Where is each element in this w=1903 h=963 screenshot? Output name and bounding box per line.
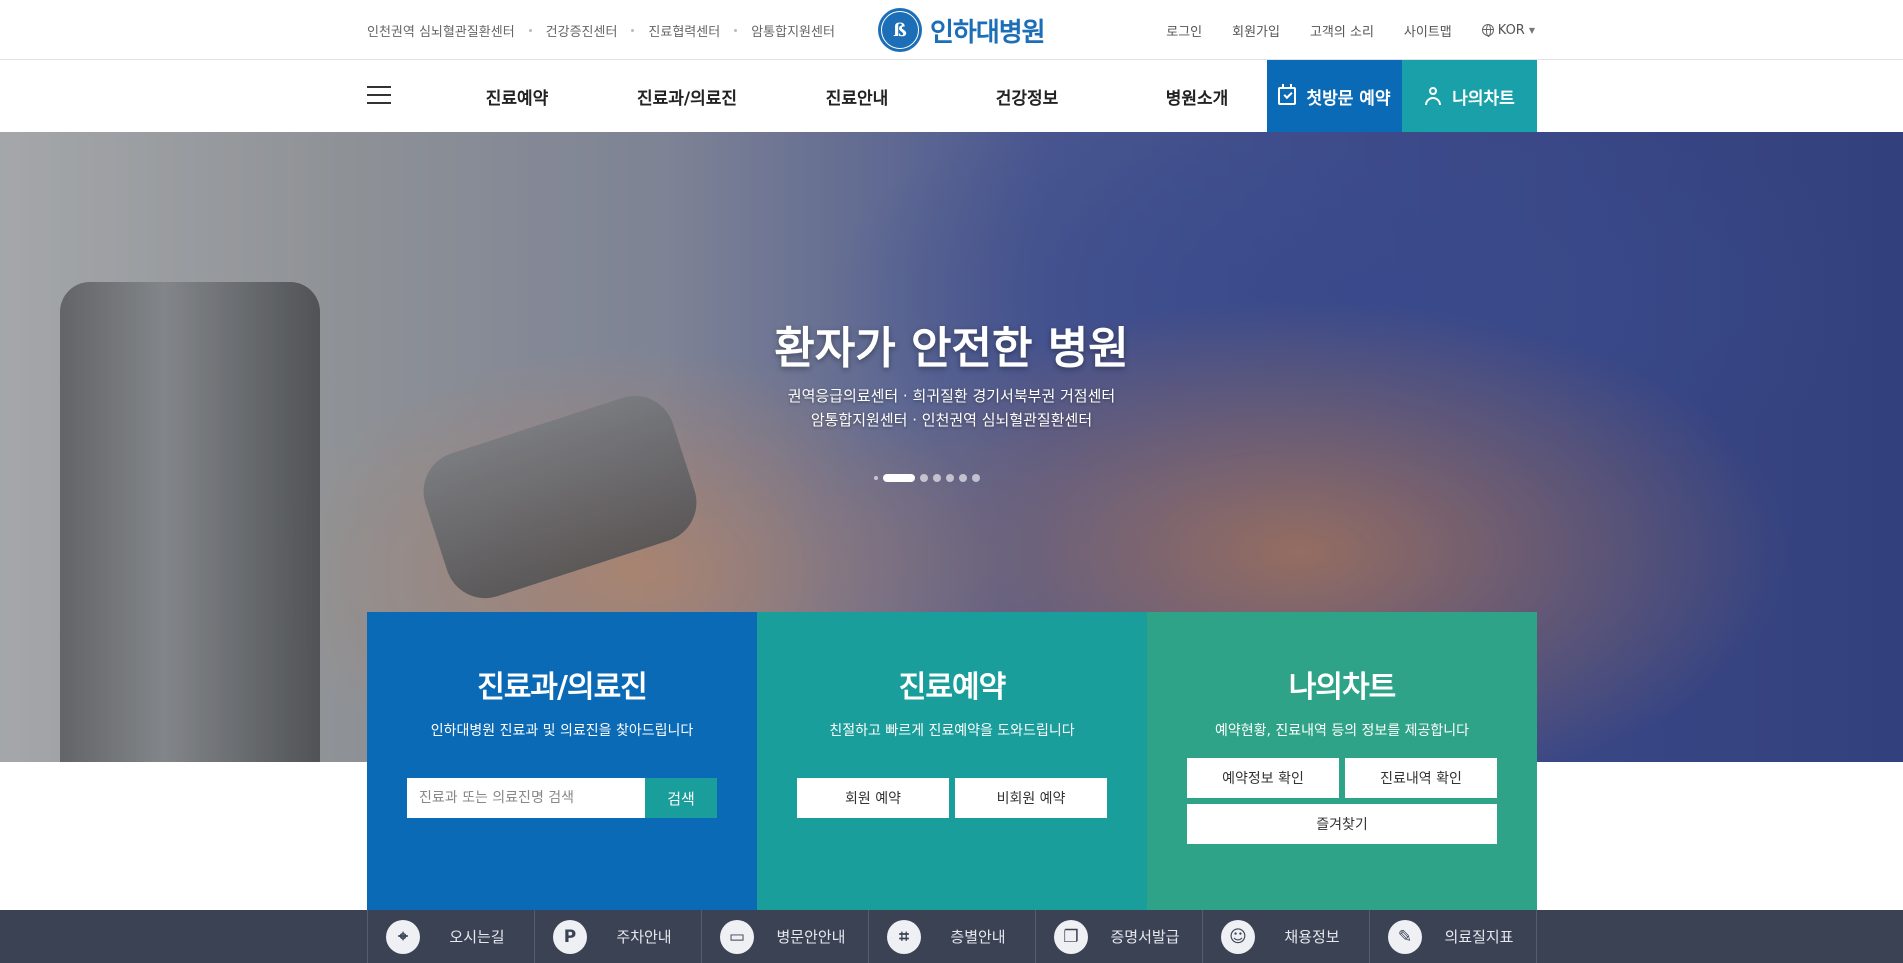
- first-visit-button[interactable]: 첫방문 예약: [1267, 60, 1402, 132]
- link-cardio-center[interactable]: 인천권역 심뇌혈관질환센터: [367, 21, 515, 40]
- first-visit-label: 첫방문 예약: [1306, 88, 1391, 109]
- my-chart-button[interactable]: 나의차트: [1402, 60, 1537, 132]
- mychart-panel: 나의차트 예약현황, 진료내역 등의 정보를 제공합니다 예약정보 확인 진료내…: [1147, 612, 1537, 912]
- quick-link-label: 주차안내: [616, 928, 672, 946]
- treatment-history-button[interactable]: 진료내역 확인: [1345, 758, 1497, 798]
- utility-bar: 인천권역 심뇌혈관질환센터 건강증진센터 진료협력센터 암통합지원센터 ß 인하…: [0, 0, 1903, 60]
- account-links: 로그인 회원가입 고객의 소리 사이트맵 KOR ▼: [1166, 0, 1535, 60]
- quick-link-label: 병문안안내: [776, 928, 846, 946]
- favorites-button[interactable]: 즐겨찾기: [1187, 804, 1497, 844]
- parking-icon: P: [553, 919, 587, 954]
- quick-link-label: 채용정보: [1284, 928, 1340, 946]
- menu-icon[interactable]: [367, 86, 391, 106]
- department-search: 검색: [407, 778, 717, 818]
- departments-panel: 진료과/의료진 인하대병원 진료과 및 의료진을 찾아드립니다 검색: [367, 612, 757, 912]
- logo-text: 인하대병원: [930, 17, 1046, 48]
- mychart-desc: 예약현황, 진료내역 등의 정보를 제공합니다: [1214, 723, 1470, 739]
- stairs-icon: ⌗: [887, 919, 921, 954]
- guest-reservation-button[interactable]: 비회원 예약: [955, 778, 1107, 818]
- link-health-center[interactable]: 건강증진센터: [546, 21, 618, 40]
- hospital-logo[interactable]: ß 인하대병원: [878, 8, 1046, 52]
- gnb-menu: 진료예약 진료과/의료진 진료안내 건강정보 병원소개: [432, 60, 1282, 132]
- slide-dot[interactable]: [920, 474, 928, 482]
- department-search-button[interactable]: 검색: [645, 778, 717, 818]
- separator-dot: [631, 28, 635, 32]
- quick-link-directions[interactable]: ⌖ 오시는길: [368, 910, 535, 963]
- slide-pagination: [874, 474, 980, 482]
- quick-link-careers[interactable]: ☺ 채용정보: [1203, 910, 1370, 963]
- slide-dot[interactable]: [874, 476, 878, 480]
- nav-departments[interactable]: 진료과/의료진: [602, 60, 772, 132]
- reservation-buttons: 회원 예약 비회원 예약: [757, 778, 1147, 818]
- hero-subtitle-line2: 암통합지원센터 · 인천권역 심뇌혈관질환센터: [810, 411, 1093, 429]
- quick-link-certificates[interactable]: ❐ 증명서발급: [1036, 910, 1203, 963]
- page: 인천권역 심뇌혈관질환센터 건강증진센터 진료협력센터 암통합지원센터 ß 인하…: [0, 0, 1903, 963]
- reservation-panel: 진료예약 친절하고 빠르게 진료예약을 도와드립니다 회원 예약 비회원 예약: [757, 612, 1147, 912]
- user-icon: [1424, 87, 1442, 105]
- slide-dot[interactable]: [946, 474, 954, 482]
- people-icon: ☺: [1221, 919, 1255, 954]
- department-search-input[interactable]: [407, 778, 645, 818]
- nav-reservation[interactable]: 진료예약: [432, 60, 602, 132]
- quick-link-list: ⌖ 오시는길 P 주차안내 ▭ 병문안안내 ⌗ 층별안내 ❐ 증명서발급 ☺ 채…: [367, 910, 1537, 963]
- member-reservation-button[interactable]: 회원 예약: [797, 778, 949, 818]
- clipboard-icon: ✎: [1388, 919, 1422, 954]
- hero-title: 환자가 안전한 병원: [774, 323, 1129, 374]
- globe-icon: [1481, 24, 1494, 37]
- sitemap-link[interactable]: 사이트맵: [1404, 21, 1452, 40]
- logo-emblem-icon: ß: [878, 8, 922, 52]
- mychart-buttons: 예약정보 확인 진료내역 확인: [1147, 758, 1537, 798]
- separator-dot: [734, 28, 738, 32]
- quick-link-bar: ⌖ 오시는길 P 주차안내 ▭ 병문안안내 ⌗ 층별안내 ❐ 증명서발급 ☺ 채…: [0, 910, 1903, 963]
- hero-subtitle-line1: 권역응급의료센터 · 희귀질환 경기서북부권 거점센터: [787, 387, 1116, 405]
- center-links: 인천권역 심뇌혈관질환센터 건강증진센터 진료협력센터 암통합지원센터: [367, 0, 835, 60]
- signup-link[interactable]: 회원가입: [1232, 21, 1280, 40]
- departments-desc: 인하대병원 진료과 및 의료진을 찾아드립니다: [430, 723, 694, 739]
- mychart-title: 나의차트: [1288, 670, 1396, 705]
- hero-subtitle: 권역응급의료센터 · 희귀질환 경기서북부권 거점센터 암통합지원센터 · 인천…: [0, 384, 1903, 432]
- nav-guide[interactable]: 진료안내: [772, 60, 942, 132]
- quick-link-parking[interactable]: P 주차안내: [535, 910, 702, 963]
- quick-link-label: 층별안내: [950, 928, 1006, 946]
- reservation-title: 진료예약: [898, 670, 1006, 705]
- main-navigation: 진료예약 진료과/의료진 진료안내 건강정보 병원소개 첫방문 예약 나의차트: [0, 60, 1903, 132]
- quick-link-label: 오시는길: [449, 928, 505, 946]
- document-icon: ❐: [1054, 919, 1088, 954]
- quick-panels: 진료과/의료진 인하대병원 진료과 및 의료진을 찾아드립니다 검색 진료예약 …: [367, 612, 1537, 912]
- bed-icon: ▭: [720, 919, 754, 954]
- language-label: KOR: [1497, 22, 1525, 38]
- login-link[interactable]: 로그인: [1166, 21, 1202, 40]
- language-selector[interactable]: KOR ▼: [1481, 22, 1535, 38]
- quick-link-label: 의료질지표: [1444, 928, 1514, 946]
- slide-dot[interactable]: [933, 474, 941, 482]
- map-pin-icon: ⌖: [386, 919, 420, 954]
- nav-about[interactable]: 병원소개: [1112, 60, 1282, 132]
- quick-link-quality[interactable]: ✎ 의료질지표: [1370, 910, 1537, 963]
- quick-link-label: 증명서발급: [1110, 928, 1180, 946]
- caret-down-icon: ▼: [1528, 25, 1535, 35]
- reservation-desc: 친절하고 빠르게 진료예약을 도와드립니다: [829, 723, 1075, 739]
- quick-link-floor-guide[interactable]: ⌗ 층별안내: [869, 910, 1036, 963]
- slide-dot-active[interactable]: [883, 474, 915, 482]
- departments-title: 진료과/의료진: [477, 670, 648, 705]
- reservation-info-button[interactable]: 예약정보 확인: [1187, 758, 1339, 798]
- quick-link-visiting[interactable]: ▭ 병문안안내: [702, 910, 869, 963]
- slide-dot[interactable]: [959, 474, 967, 482]
- slide-dot[interactable]: [972, 474, 980, 482]
- customer-voice-link[interactable]: 고객의 소리: [1310, 21, 1374, 40]
- link-cancer-center[interactable]: 암통합지원센터: [751, 21, 835, 40]
- calendar-check-icon: [1278, 84, 1297, 105]
- link-cooperation-center[interactable]: 진료협력센터: [648, 21, 720, 40]
- separator-dot: [528, 28, 532, 32]
- nav-health-info[interactable]: 건강정보: [942, 60, 1112, 132]
- my-chart-label: 나의차트: [1452, 88, 1515, 109]
